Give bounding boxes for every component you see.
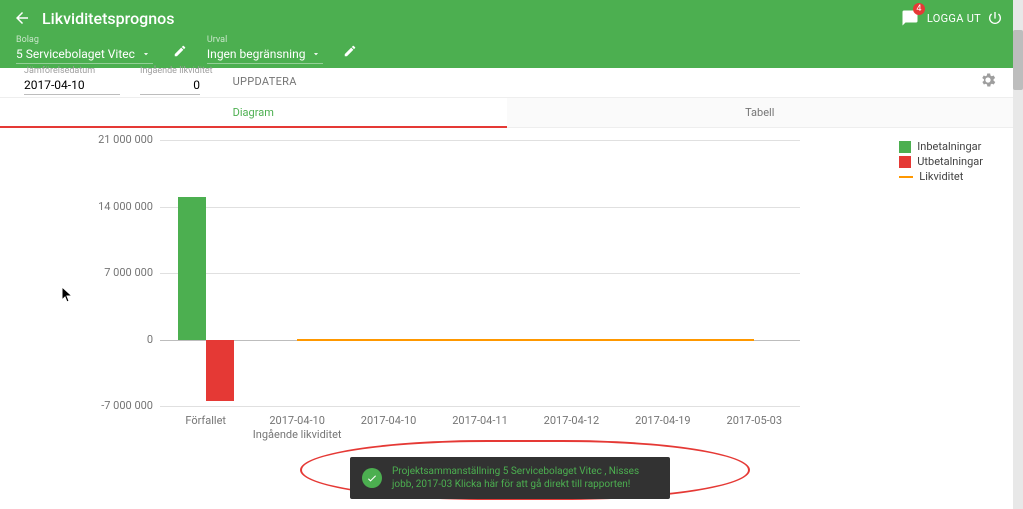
x-tick-label: 2017-04-11: [452, 414, 508, 427]
bolag-value: 5 Servicebolaget Vitec: [16, 45, 153, 64]
line-likviditet: [297, 339, 754, 341]
scrollbar[interactable]: [1013, 0, 1023, 509]
legend-item: Likviditet: [899, 170, 983, 183]
page-title: Likviditetsprognos: [42, 9, 174, 28]
messages-badge: 4: [913, 3, 925, 15]
chart-legend: Inbetalningar Utbetalningar Likviditet: [899, 140, 983, 185]
messages-button[interactable]: 4: [901, 9, 919, 27]
toast-text: Projektsammanställning 5 Servicebolaget …: [392, 465, 658, 491]
swatch-icon: [899, 156, 911, 168]
gear-icon[interactable]: [979, 71, 997, 93]
urval-label: Urval: [207, 35, 324, 45]
y-tick-label: 7 000 000: [73, 266, 153, 279]
chevron-down-icon: [311, 49, 321, 59]
ingaende-label: Ingående likviditet: [140, 66, 213, 76]
chart-area: Inbetalningar Utbetalningar Likviditet -…: [0, 128, 1013, 509]
scrollbar-thumb[interactable]: [1013, 30, 1023, 90]
y-tick-label: 14 000 000: [73, 200, 153, 213]
y-tick-label: 21 000 000: [73, 133, 153, 146]
x-tick-label: 2017-04-10: [361, 414, 417, 427]
x-tick-sublabel: Ingående likviditet: [253, 428, 342, 441]
uppdatera-button[interactable]: UPPDATERA: [233, 75, 297, 88]
urval-select[interactable]: Urval Ingen begränsning: [207, 35, 324, 64]
y-tick-label: -7 000 000: [73, 399, 153, 412]
power-button[interactable]: [987, 10, 1003, 26]
urval-value: Ingen begränsning: [207, 45, 324, 64]
check-icon: [362, 468, 382, 488]
jamfor-label: Jämförelsedatum: [24, 66, 120, 76]
report-toast[interactable]: Projektsammanställning 5 Servicebolaget …: [350, 457, 670, 499]
view-tabs: Diagram Tabell: [0, 98, 1013, 128]
chart-plot: [160, 140, 800, 406]
swatch-icon: [899, 141, 911, 153]
jamfor-input[interactable]: [24, 76, 120, 95]
bolag-select[interactable]: Bolag 5 Servicebolaget Vitec: [16, 35, 153, 64]
tab-diagram[interactable]: Diagram: [0, 98, 507, 128]
x-tick-label: 2017-05-03: [727, 414, 783, 427]
legend-item: Inbetalningar: [899, 140, 983, 153]
x-tick-label: 2017-04-10: [269, 414, 325, 427]
bar-utbetalningar: [206, 340, 234, 402]
filter-bar: Jämförelsedatum Ingående likviditet UPPD…: [0, 68, 1013, 98]
chevron-down-icon: [141, 49, 151, 59]
logout-button[interactable]: LOGGA UT: [927, 12, 981, 25]
swatch-icon: [899, 176, 913, 178]
legend-item: Utbetalningar: [899, 155, 983, 168]
urval-edit-button[interactable]: [343, 43, 357, 62]
bar-inbetalningar: [178, 197, 206, 340]
ingaende-input[interactable]: [140, 76, 200, 95]
tab-tabell[interactable]: Tabell: [507, 98, 1014, 128]
app-header: Likviditetsprognos 4 LOGGA UT Bolag 5 Se…: [0, 0, 1013, 68]
x-tick-label: 2017-04-12: [544, 414, 600, 427]
x-tick-label: 2017-04-19: [635, 414, 691, 427]
bolag-edit-button[interactable]: [173, 43, 187, 62]
y-tick-label: 0: [73, 333, 153, 346]
bolag-label: Bolag: [16, 35, 153, 45]
back-button[interactable]: [10, 6, 34, 30]
x-tick-label: Förfallet: [185, 414, 226, 427]
